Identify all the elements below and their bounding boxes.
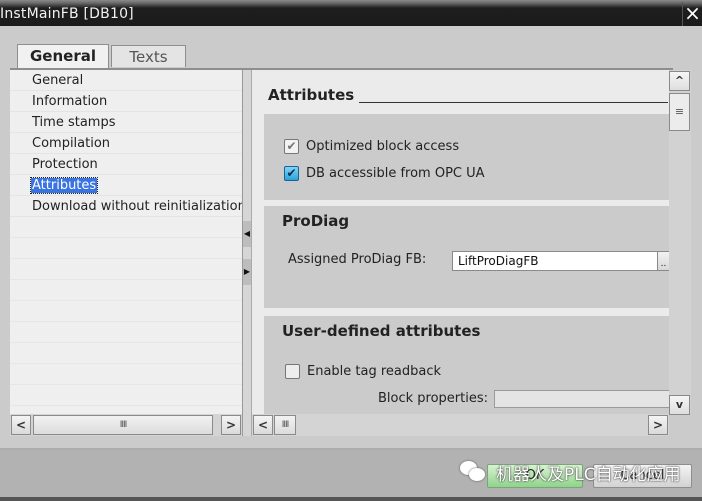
nav-empty-row (10, 280, 242, 301)
scroll-thumb[interactable]: IIII (274, 415, 296, 435)
nav-item-label: Information (32, 94, 108, 109)
window-title: InstMainFB [DB10] (0, 6, 134, 22)
dialog-footer: OK Cancel 机器人及PLC自动化应用 (0, 448, 702, 501)
scroll-left-icon[interactable]: < (11, 415, 31, 435)
block-properties-field[interactable] (494, 390, 669, 408)
prodiag-title: ProDiag (282, 212, 350, 230)
nav-item-protection[interactable]: Protection (10, 154, 242, 175)
assigned-prodiag-label: Assigned ProDiag FB: (288, 252, 427, 267)
optimized-block-access-checkbox[interactable]: ✔ (284, 138, 299, 154)
properties-horizontal-scrollbar[interactable]: < IIII > (252, 414, 669, 436)
assigned-prodiag-field[interactable]: LiftProDiagFB (452, 251, 658, 271)
attributes-group: ✔ Optimized block access ✔ DB accessible… (264, 114, 669, 200)
prodiag-group: ProDiag Assigned ProDiag FB: LiftProDiag… (264, 206, 669, 308)
collapse-left-icon[interactable]: ◀ (243, 221, 251, 247)
enable-tag-readback-checkbox[interactable] (285, 363, 300, 379)
nav-item-general[interactable]: General (10, 70, 242, 91)
nav-empty-row (10, 385, 242, 406)
optimized-block-access-label: Optimized block access (306, 138, 460, 154)
optimized-block-access-row: ✔ Optimized block access (284, 137, 459, 155)
scroll-right-icon[interactable]: > (221, 415, 241, 435)
nav-item-label: Protection (32, 157, 98, 172)
expand-right-icon[interactable]: ▶ (243, 259, 251, 285)
nav-item-attributes[interactable]: Attributes (10, 175, 242, 196)
properties-pane: Attributes ✔ Optimized block access ✔ DB… (252, 70, 669, 414)
nav-item-label: General (32, 73, 84, 88)
tab-general[interactable]: General (17, 44, 109, 70)
nav-item-information[interactable]: Information (10, 91, 242, 112)
scroll-left-icon[interactable]: < (253, 415, 273, 435)
nav-item-label: Download without reinitialization (32, 199, 246, 214)
nav-item-label: Attributes (29, 177, 99, 194)
tab-texts[interactable]: Texts (111, 45, 186, 67)
enable-tag-readback-label: Enable tag readback (307, 363, 442, 379)
nav-list: General Information Time stamps Compilat… (10, 70, 246, 436)
nav-empty-row (10, 364, 242, 385)
section-header: Attributes (268, 86, 668, 106)
close-icon[interactable]: × (682, 2, 702, 26)
section-divider (359, 102, 668, 103)
nav-empty-row (10, 238, 242, 259)
wechat-icon (460, 461, 486, 483)
nav-empty-row (10, 343, 242, 364)
nav-item-label: Compilation (32, 136, 111, 151)
nav-empty-row (10, 217, 242, 238)
scroll-up-icon[interactable]: ^ (669, 71, 690, 91)
properties-vertical-scrollbar[interactable]: ^ ≡ v (669, 70, 691, 415)
opc-ua-access-checkbox[interactable]: ✔ (284, 165, 299, 181)
nav-horizontal-scrollbar[interactable]: < IIII > (10, 414, 242, 436)
user-defined-attributes-group: User-defined attributes Enable tag readb… (264, 316, 669, 414)
watermark-text: 机器人及PLC自动化应用 (496, 464, 681, 485)
nav-item-time-stamps[interactable]: Time stamps (10, 112, 242, 133)
watermark: 机器人及PLC自动化应用 (460, 459, 681, 485)
enable-tag-readback-row: Enable tag readback (285, 362, 441, 380)
opc-ua-access-row: ✔ DB accessible from OPC UA (284, 164, 485, 182)
nav-item-label: Time stamps (32, 115, 116, 130)
user-defined-title: User-defined attributes (282, 322, 481, 340)
opc-ua-access-label: DB accessible from OPC UA (306, 165, 485, 181)
title-bar: InstMainFB [DB10] × (0, 0, 702, 26)
scroll-thumb[interactable]: IIII (33, 415, 213, 435)
nav-item-download-without-reinit[interactable]: Download without reinitialization (10, 196, 246, 217)
nav-empty-row (10, 301, 242, 322)
nav-empty-row (10, 322, 242, 343)
nav-item-compilation[interactable]: Compilation (10, 133, 242, 154)
pane-splitter[interactable]: ◀ ▶ (242, 70, 252, 436)
nav-empty-row (10, 259, 242, 280)
block-properties-label: Block properties: (378, 391, 489, 406)
vertical-scroll-thumb[interactable]: ≡ (669, 93, 690, 131)
scroll-down-icon[interactable]: v (669, 395, 690, 415)
scroll-right-icon[interactable]: > (648, 415, 668, 435)
browse-prodiag-button[interactable]: .. (657, 251, 669, 271)
